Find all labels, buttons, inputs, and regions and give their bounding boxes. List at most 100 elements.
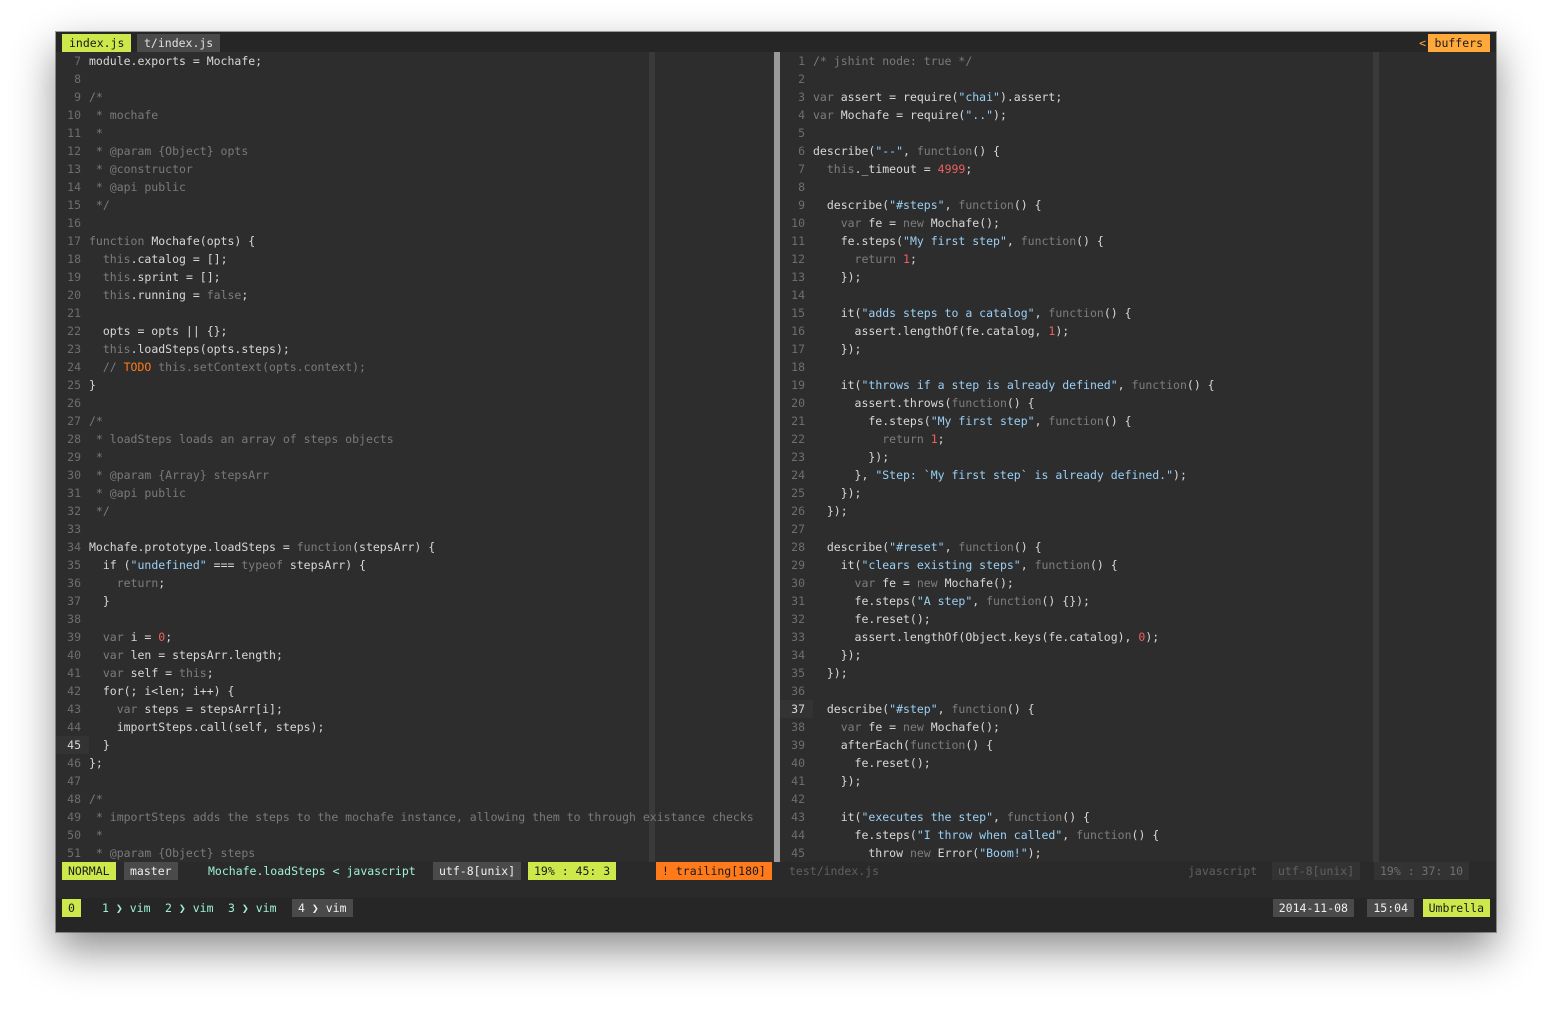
code-line[interactable]: 33 assert.lengthOf(Object.keys(fe.catalo…	[780, 628, 1496, 646]
code-line[interactable]: 8	[56, 70, 774, 88]
code-line[interactable]: 22 opts = opts || {};	[56, 322, 774, 340]
code-line[interactable]: 28 * loadSteps loads an array of steps o…	[56, 430, 774, 448]
code-line[interactable]: 28 describe("#reset", function() {	[780, 538, 1496, 556]
code-line[interactable]: 46};	[56, 754, 774, 772]
code-line[interactable]: 51 * @param {Object} steps	[56, 844, 774, 862]
code-line[interactable]: 23 this.loadSteps(opts.steps);	[56, 340, 774, 358]
tmux-window-4[interactable]: 4 ❯ vim	[292, 899, 353, 917]
code-line[interactable]: 37 }	[56, 592, 774, 610]
right-editor-pane[interactable]: 1/* jshint node: true */2 3 var assert = r…	[780, 52, 1496, 862]
code-line[interactable]: 14 * @api public	[56, 178, 774, 196]
code-line[interactable]: 42 for(; i<len; i++) {	[56, 682, 774, 700]
code-line[interactable]: 41 var self = this;	[56, 664, 774, 682]
code-line[interactable]: 44 fe.steps("I throw when called", funct…	[780, 826, 1496, 844]
code-line[interactable]: 11 fe.steps("My first step", function() …	[780, 232, 1496, 250]
code-line[interactable]: 39 var i = 0;	[56, 628, 774, 646]
code-line[interactable]: 42	[780, 790, 1496, 808]
code-line[interactable]: 25 });	[780, 484, 1496, 502]
code-line[interactable]: 13 * @constructor	[56, 160, 774, 178]
code-line[interactable]: 25}	[56, 376, 774, 394]
code-line[interactable]: 27	[780, 520, 1496, 538]
code-line[interactable]: 5	[780, 124, 1496, 142]
code-line[interactable]: 40 fe.reset();	[780, 754, 1496, 772]
code-line[interactable]: 6 describe("--", function() {	[780, 142, 1496, 160]
code-line[interactable]: 12 * @param {Object} opts	[56, 142, 774, 160]
code-line[interactable]: 36 return;	[56, 574, 774, 592]
code-line[interactable]: 17 });	[780, 340, 1496, 358]
code-line[interactable]: 14	[780, 286, 1496, 304]
code-line[interactable]: 16	[56, 214, 774, 232]
code-line[interactable]: 16 assert.lengthOf(fe.catalog, 1);	[780, 322, 1496, 340]
code-line[interactable]: 32 fe.reset();	[780, 610, 1496, 628]
code-line[interactable]: 32 */	[56, 502, 774, 520]
buffers-label[interactable]: buffers	[1427, 34, 1490, 52]
code-line[interactable]: 22 return 1;	[780, 430, 1496, 448]
code-line[interactable]: 31 fe.steps("A step", function() {});	[780, 592, 1496, 610]
command-line[interactable]	[56, 880, 1496, 898]
code-line[interactable]: 35 });	[780, 664, 1496, 682]
code-line[interactable]: 4 var Mochafe = require("..");	[780, 106, 1496, 124]
code-line[interactable]: 21	[56, 304, 774, 322]
code-line[interactable]: 38	[56, 610, 774, 628]
code-line[interactable]: 23 });	[780, 448, 1496, 466]
tmux-session[interactable]: 0	[62, 899, 81, 917]
code-line[interactable]: 45 }	[56, 736, 774, 754]
left-editor-pane[interactable]: 7 module.exports = Mochafe; 8 9 /* 10 * mocha…	[56, 52, 774, 862]
code-line[interactable]: 20 assert.throws(function() {	[780, 394, 1496, 412]
code-line[interactable]: 29 it("clears existing steps", function(…	[780, 556, 1496, 574]
code-line[interactable]: 47	[56, 772, 774, 790]
code-line[interactable]: 33	[56, 520, 774, 538]
code-line[interactable]: 26 });	[780, 502, 1496, 520]
code-line[interactable]: 11 *	[56, 124, 774, 142]
code-line[interactable]: 19 this.sprint = [];	[56, 268, 774, 286]
code-line[interactable]: 27 /*	[56, 412, 774, 430]
tmux-window-2[interactable]: 2 ❯ vim	[159, 899, 220, 917]
code-line[interactable]: 17 function Mochafe(opts) {	[56, 232, 774, 250]
code-line[interactable]: 15 */	[56, 196, 774, 214]
code-line[interactable]: 9 describe("#steps", function() {	[780, 196, 1496, 214]
code-line[interactable]: 20 this.running = false;	[56, 286, 774, 304]
code-line[interactable]: 41 });	[780, 772, 1496, 790]
code-line[interactable]: 21 fe.steps("My first step", function() …	[780, 412, 1496, 430]
code-line[interactable]: 1 /* jshint node: true */	[780, 52, 1496, 70]
code-line[interactable]: 8	[780, 178, 1496, 196]
tmux-window-1[interactable]: 1 ❯ vim	[96, 899, 157, 917]
code-line[interactable]: 15 it("adds steps to a catalog", functio…	[780, 304, 1496, 322]
tab-index-js[interactable]: index.js	[62, 34, 132, 52]
code-line[interactable]: 9 /*	[56, 88, 774, 106]
code-line[interactable]: 35 if ("undefined" === typeof stepsArr) …	[56, 556, 774, 574]
code-line[interactable]: 7 this._timeout = 4999;	[780, 160, 1496, 178]
code-line[interactable]: 10 * mochafe	[56, 106, 774, 124]
code-line[interactable]: 48 /*	[56, 790, 774, 808]
code-line[interactable]: 38 var fe = new Mochafe();	[780, 718, 1496, 736]
code-line[interactable]: 30 var fe = new Mochafe();	[780, 574, 1496, 592]
code-line[interactable]: 31 * @api public	[56, 484, 774, 502]
code-line[interactable]: 34 });	[780, 646, 1496, 664]
code-line[interactable]: 34 Mochafe.prototype.loadSteps = function…	[56, 538, 774, 556]
code-line[interactable]: 10 var fe = new Mochafe();	[780, 214, 1496, 232]
tab-t-index-js[interactable]: t/index.js	[137, 34, 221, 52]
code-line[interactable]: 40 var len = stepsArr.length;	[56, 646, 774, 664]
code-line[interactable]: 30 * @param {Array} stepsArr	[56, 466, 774, 484]
code-line[interactable]: 44 importSteps.call(self, steps);	[56, 718, 774, 736]
tmux-window-3[interactable]: 3 ❯ vim	[222, 899, 283, 917]
code-line[interactable]: 7 module.exports = Mochafe;	[56, 52, 774, 70]
code-line[interactable]: 29 *	[56, 448, 774, 466]
code-line[interactable]: 50 *	[56, 826, 774, 844]
code-line[interactable]: 39 afterEach(function() {	[780, 736, 1496, 754]
code-line[interactable]: 24 }, "Step: `My first step` is already …	[780, 466, 1496, 484]
code-line[interactable]: 43 it("executes the step", function() {	[780, 808, 1496, 826]
code-line[interactable]: 2	[780, 70, 1496, 88]
code-line[interactable]: 13 });	[780, 268, 1496, 286]
code-line[interactable]: 37 describe("#step", function() {	[780, 700, 1496, 718]
code-line[interactable]: 26	[56, 394, 774, 412]
code-line[interactable]: 19 it("throws if a step is already defin…	[780, 376, 1496, 394]
code-line[interactable]: 43 var steps = stepsArr[i];	[56, 700, 774, 718]
code-line[interactable]: 12 return 1;	[780, 250, 1496, 268]
code-line[interactable]: 45 throw new Error("Boom!");	[780, 844, 1496, 862]
code-line[interactable]: 18	[780, 358, 1496, 376]
code-line[interactable]: 36	[780, 682, 1496, 700]
code-line[interactable]: 49 * importSteps adds the steps to the m…	[56, 808, 774, 826]
code-line[interactable]: 24 // TODO this.setContext(opts.context)…	[56, 358, 774, 376]
code-line[interactable]: 18 this.catalog = [];	[56, 250, 774, 268]
